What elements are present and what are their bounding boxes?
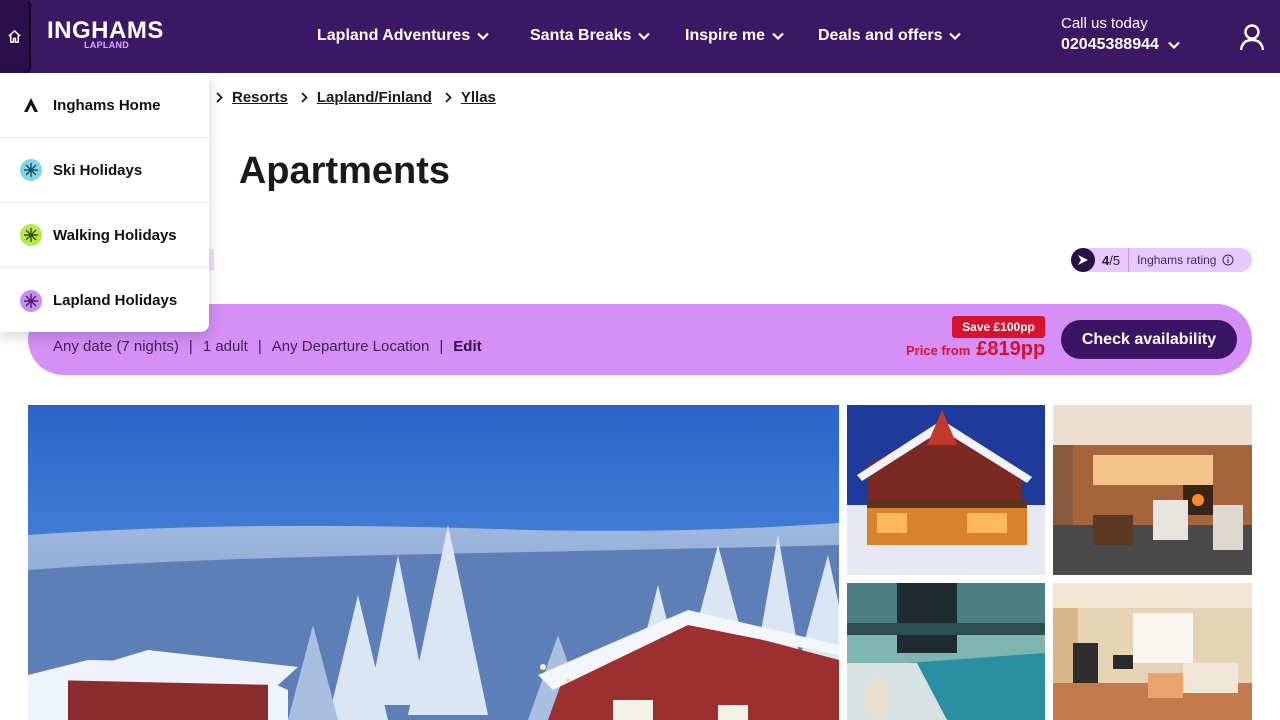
dropdown-item-inghams-home[interactable]: Inghams Home	[0, 73, 209, 138]
compass-icon	[20, 224, 42, 246]
check-availability-button[interactable]: Check availability	[1061, 320, 1237, 359]
chevron-right-icon	[445, 92, 452, 103]
price-from-label: Price from	[906, 343, 971, 358]
breadcrumb-lapland-finland[interactable]: Lapland/Finland	[317, 89, 432, 106]
account-icon[interactable]	[1239, 23, 1265, 51]
rating-label: Inghams rating	[1137, 253, 1217, 267]
nav-inspire-me[interactable]: Inspire me	[685, 26, 784, 46]
gallery-thumb-apartment[interactable]	[1053, 583, 1252, 720]
edit-search-link[interactable]: Edit	[453, 338, 481, 355]
dropdown-item-walking-holidays[interactable]: Walking Holidays	[0, 203, 209, 268]
chevron-right-icon	[216, 92, 223, 103]
chevron-down-icon	[477, 32, 489, 40]
snowflake-icon	[20, 289, 42, 312]
inghams-rating-pill[interactable]: 4/5 Inghams rating	[1071, 248, 1252, 272]
rating-score: 4/5	[1102, 252, 1121, 268]
call-us-block[interactable]: Call us today 02045388944	[1061, 15, 1180, 54]
gallery-thumb-pool[interactable]	[847, 583, 1045, 720]
dropdown-item-lapland-holidays[interactable]: Lapland Holidays	[0, 268, 209, 333]
nav-label: Santa Breaks	[530, 27, 632, 44]
nav-label: Lapland Adventures	[317, 27, 471, 44]
nav-lapland-adventures[interactable]: Lapland Adventures	[317, 26, 489, 46]
info-icon[interactable]	[1222, 254, 1234, 266]
inghams-logo-icon	[20, 94, 42, 116]
home-menu-button[interactable]	[0, 0, 31, 73]
breadcrumb: Resorts Lapland/Finland Yllas	[210, 89, 496, 106]
gallery-thumb-lodge-exterior[interactable]	[847, 405, 1045, 575]
dropdown-item-label: Lapland Holidays	[53, 292, 178, 309]
save-badge: Save £100pp	[952, 316, 1045, 338]
chevron-down-icon	[638, 32, 651, 40]
breadcrumb-resorts[interactable]: Resorts	[232, 89, 288, 106]
gallery-main-image[interactable]	[28, 405, 839, 720]
price-amount: £819pp	[976, 338, 1046, 360]
apartment-interior-photo	[1053, 583, 1252, 720]
phone-text: 02045388944	[1061, 36, 1159, 53]
search-date[interactable]: Any date (7 nights)	[53, 338, 179, 355]
dropdown-item-label: Walking Holidays	[53, 226, 177, 244]
nav-label: Inspire me	[685, 27, 766, 44]
dropdown-item-ski-holidays[interactable]: Ski Holidays	[0, 138, 209, 203]
breadcrumb-yllas[interactable]: Yllas	[461, 89, 496, 106]
phone-number[interactable]: 02045388944	[1061, 36, 1180, 54]
search-guests[interactable]: 1 adult	[203, 338, 248, 355]
snowflake-icon	[20, 159, 42, 181]
search-departure[interactable]: Any Departure Location	[272, 338, 430, 355]
rating-divider	[1128, 248, 1130, 272]
lodge-exterior-photo	[847, 405, 1045, 575]
snowy-resort-photo	[28, 405, 839, 720]
chevron-down-icon	[772, 32, 784, 40]
inghams-lapland-logo[interactable]: INGHAMS LAPLAND	[47, 19, 164, 51]
site-header: INGHAMS LAPLAND Lapland Adventures Santa…	[0, 0, 1280, 73]
logo-sub: LAPLAND	[84, 40, 130, 50]
dropdown-item-label: Inghams Home	[53, 96, 161, 114]
home-icon	[8, 30, 21, 43]
gallery-thumb-lounge[interactable]	[1053, 405, 1252, 575]
home-dropdown-menu: Inghams Home Ski Holidays Walking Holida…	[0, 73, 209, 332]
price-block: Price from £819pp	[906, 338, 1045, 361]
lounge-photo	[1053, 405, 1252, 575]
inghams-rating-logo-icon	[1071, 248, 1095, 272]
search-summary: Any date (7 nights) | 1 adult | Any Depa…	[53, 338, 482, 355]
nav-label: Deals and offers	[818, 27, 943, 44]
chevron-right-icon	[301, 92, 308, 103]
call-label: Call us today	[1061, 15, 1148, 32]
nav-deals-and-offers[interactable]: Deals and offers	[818, 26, 962, 46]
chevron-down-icon	[949, 32, 962, 40]
dropdown-item-label: Ski Holidays	[53, 161, 143, 179]
indoor-pool-photo	[847, 583, 1045, 720]
nav-santa-breaks[interactable]: Santa Breaks	[530, 26, 651, 46]
chevron-down-icon	[1168, 41, 1180, 49]
